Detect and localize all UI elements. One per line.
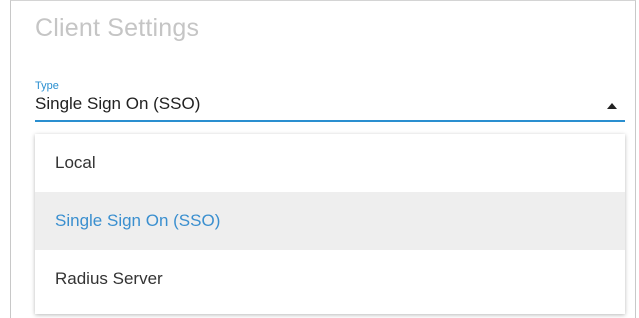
dropdown-option-local[interactable]: Local	[35, 134, 625, 192]
caret-up-icon	[607, 103, 617, 109]
dropdown-option-sso[interactable]: Single Sign On (SSO)	[35, 192, 625, 250]
type-dropdown-menu: Local Single Sign On (SSO) Radius Server	[35, 134, 625, 314]
section-title: Client Settings	[35, 14, 200, 42]
type-select-value: Single Sign On (SSO)	[35, 94, 201, 113]
type-select[interactable]: Single Sign On (SSO)	[35, 92, 625, 122]
type-field-label: Type	[35, 80, 59, 92]
dropdown-option-radius-server[interactable]: Radius Server	[35, 250, 625, 308]
